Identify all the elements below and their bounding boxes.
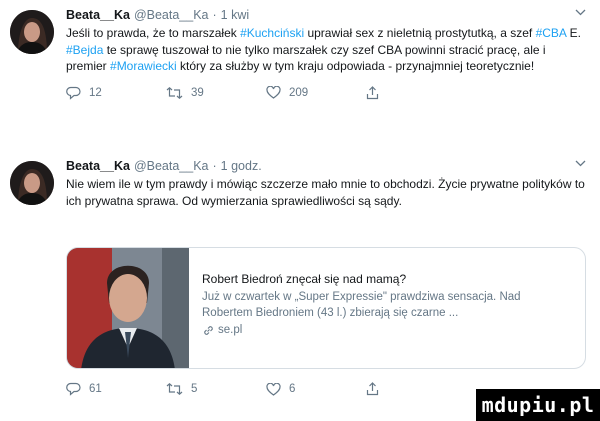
text-segment: uprawiał sex z nieletnią prostytutką, a … [304, 26, 536, 40]
separator: · [212, 159, 217, 173]
reply-count: 61 [89, 383, 102, 395]
text-segment: Jeśli to prawda, że to marszałek [66, 26, 241, 40]
user-handle[interactable]: @Beata__Ka [134, 159, 209, 173]
tweet-actions: 12 39 209 [66, 83, 586, 103]
tweet-header: Beata__Ka @Beata__Ka · 1 kwi [66, 6, 586, 24]
reply-icon [66, 86, 81, 100]
share-button[interactable] [366, 85, 406, 100]
like-icon [266, 382, 281, 396]
card-description: Już w czwartek w „Super Expressie" prawd… [202, 291, 521, 319]
retweet-icon [166, 86, 183, 99]
card-domain: se.pl [202, 323, 573, 338]
reply-button[interactable]: 12 [66, 86, 166, 100]
like-button[interactable]: 6 [266, 382, 366, 396]
share-icon [366, 85, 379, 99]
watermark-logo: mdupiu.pl [476, 389, 600, 421]
tweet-actions: 61 5 6 [66, 379, 406, 399]
reply-icon [66, 382, 81, 396]
hashtag-link[interactable]: #CBA [536, 26, 567, 40]
card-info: Robert Biedroń znęcał się nad mamą? Już … [202, 271, 573, 338]
card-domain-text: se.pl [218, 324, 243, 336]
retweet-icon [166, 383, 183, 395]
retweet-count: 5 [191, 383, 198, 395]
text-segment: który za służby w tym kraju odpowiada - … [176, 59, 535, 74]
chevron-down-icon[interactable] [575, 159, 586, 170]
hashtag-link[interactable]: #Bejda [66, 43, 103, 57]
display-name[interactable]: Beata__Ka [66, 159, 130, 173]
tweet-header: Beata__Ka @Beata__Ka · 1 godz. [66, 157, 586, 175]
timestamp[interactable]: 1 kwi [221, 8, 249, 22]
user-handle[interactable]: @Beata__Ka [134, 8, 209, 22]
retweet-button[interactable]: 5 [166, 383, 266, 395]
timestamp[interactable]: 1 godz. [221, 159, 262, 173]
link-icon [204, 326, 213, 335]
avatar[interactable] [10, 10, 54, 54]
link-card[interactable]: Robert Biedroń znęcał się nad mamą? Już … [66, 247, 586, 369]
like-button[interactable]: 209 [266, 86, 366, 100]
tweet-text: Nie wiem ile w tym prawdy i mówiąc szcze… [66, 177, 585, 208]
separator: · [212, 8, 217, 22]
share-icon [366, 382, 379, 396]
reply-button[interactable]: 61 [66, 382, 166, 396]
text-segment: E. [566, 26, 581, 40]
display-name[interactable]: Beata__Ka [66, 8, 130, 22]
hashtag-link[interactable]: #Morawiecki [110, 59, 177, 73]
reply-count: 12 [89, 86, 102, 99]
card-thumbnail [67, 248, 189, 368]
like-icon [266, 86, 281, 100]
tweet-text: Jeśli to prawda, że to marszałek #Kuchci… [66, 25, 586, 75]
like-count: 6 [289, 383, 296, 395]
like-count: 209 [289, 86, 309, 99]
card-title: Robert Biedroń znęcał się nad mamą? [202, 272, 407, 286]
retweet-button[interactable]: 39 [166, 87, 266, 99]
chevron-down-icon[interactable] [575, 8, 586, 19]
hashtag-link[interactable]: #Kuchciński [240, 26, 304, 40]
retweet-count: 39 [191, 86, 204, 99]
avatar[interactable] [10, 161, 54, 205]
share-button[interactable] [366, 382, 406, 396]
